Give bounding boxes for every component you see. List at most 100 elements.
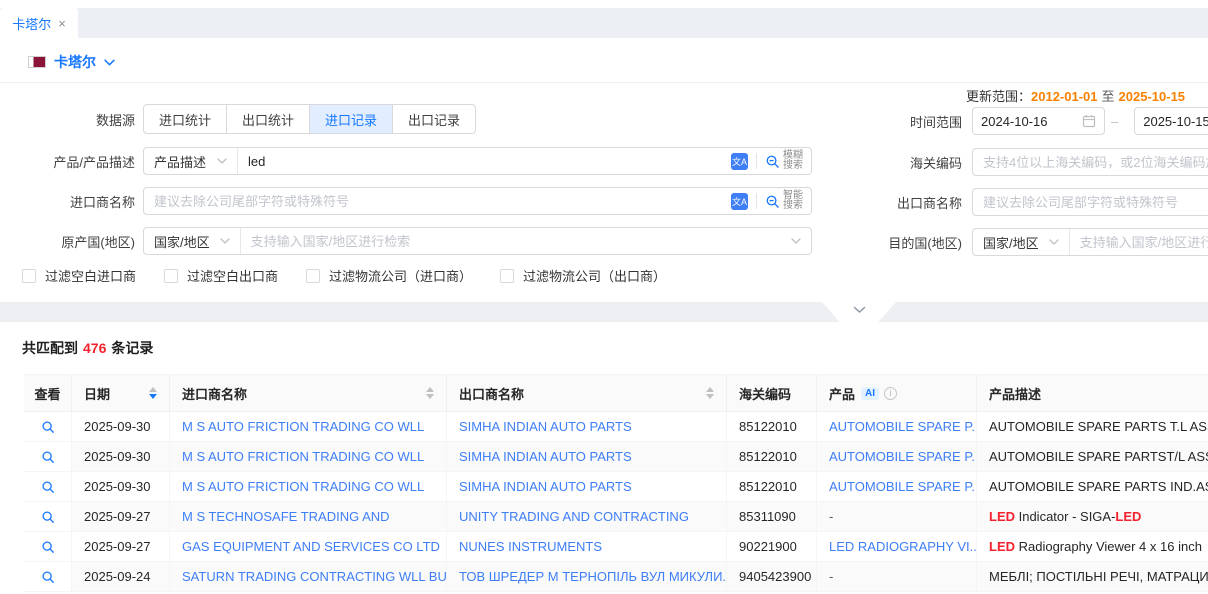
view-record-button[interactable]	[37, 416, 59, 438]
sort-control-date[interactable]	[149, 387, 157, 399]
product-link[interactable]: LED RADIOGRAPHY VI...	[829, 539, 977, 554]
date-start-picker[interactable]	[972, 107, 1105, 135]
header-hs-code: 海关编码	[727, 374, 817, 412]
exporter-link[interactable]: SIMHA INDIAN AUTO PARTS	[459, 419, 632, 434]
product-label: 产品/产品描述	[0, 152, 135, 171]
exporter-link[interactable]: UNITY TRADING AND CONTRACTING	[459, 509, 689, 524]
importer-cell: M S AUTO FRICTION TRADING CO WLL	[170, 472, 447, 502]
exporter-name-input[interactable]	[972, 188, 1208, 216]
importer-link[interactable]: GAS EQUIPMENT AND SERVICES CO LTD	[182, 539, 440, 554]
translate-icon[interactable]: 文A	[731, 193, 748, 210]
product-search-input[interactable]	[238, 148, 731, 174]
divider	[756, 193, 757, 209]
checkbox-filter-blank-importer[interactable]: 过滤空白进口商	[22, 266, 136, 285]
results-count: 476	[83, 340, 106, 356]
product-type-select[interactable]: 产品描述	[144, 148, 238, 174]
checkbox-filter-logistics-exporter[interactable]: 过滤物流公司（出口商）	[500, 266, 666, 285]
header-date: 日期	[72, 374, 170, 412]
update-range: 更新范围：2012-01-01至2025-10-15	[966, 86, 1185, 105]
header-importer: 进口商名称	[170, 374, 447, 412]
filter-checkboxes: 过滤空白进口商 过滤空白出口商 过滤物流公司（进口商） 过滤物流公司（出口商）	[22, 266, 666, 285]
hs-code-cell: 85311090	[727, 502, 817, 532]
update-range-to: 至	[1102, 89, 1115, 104]
importer-cell: GAS EQUIPMENT AND SERVICES CO LTD	[170, 532, 447, 562]
chevron-down-icon[interactable]	[791, 238, 801, 244]
view-record-button[interactable]	[37, 566, 59, 588]
fuzzy-search-label: 模糊搜索	[783, 151, 803, 171]
importer-link[interactable]: M S AUTO FRICTION TRADING CO WLL	[182, 419, 424, 434]
fuzzy-search-toggle[interactable]: 模糊搜索	[765, 151, 803, 171]
view-record-button[interactable]	[37, 536, 59, 558]
exporter-cell: SIMHA INDIAN AUTO PARTS	[447, 472, 727, 502]
button-import-records[interactable]: 进口记录	[309, 104, 393, 134]
exporter-cell: NUNES INSTRUMENTS	[447, 532, 727, 562]
origin-country-select[interactable]: 国家/地区	[144, 228, 241, 254]
close-icon[interactable]: ×	[58, 17, 66, 30]
country-name: 卡塔尔	[54, 52, 96, 72]
magnifier-icon	[41, 540, 55, 554]
view-record-button[interactable]	[37, 476, 59, 498]
checkbox-icon[interactable]	[164, 269, 178, 283]
tab-qatar[interactable]: 卡塔尔 ×	[0, 8, 78, 38]
header-exporter: 出口商名称	[447, 374, 727, 412]
checkbox-filter-blank-exporter[interactable]: 过滤空白出口商	[164, 266, 278, 285]
datasource-button-group: 进口统计 出口统计 进口记录 出口记录	[143, 104, 476, 134]
collapse-panel-button[interactable]	[822, 302, 896, 322]
date-end-input[interactable]	[1143, 114, 1208, 129]
exporter-link[interactable]: SIMHA INDIAN AUTO PARTS	[459, 479, 632, 494]
date-start-input[interactable]	[981, 114, 1076, 129]
importer-link[interactable]: M S AUTO FRICTION TRADING CO WLL	[182, 479, 424, 494]
exporter-label: 出口商名称	[878, 193, 962, 212]
hs-code-cell: 85122010	[727, 442, 817, 472]
exporter-link[interactable]: SIMHA INDIAN AUTO PARTS	[459, 449, 632, 464]
view-record-button[interactable]	[37, 446, 59, 468]
product-link[interactable]: AUTOMOBILE SPARE P...	[829, 419, 977, 434]
exporter-link[interactable]: ТОВ ШРЕДЕР М ТЕРНОПІЛЬ ВУЛ МИКУЛИ...	[459, 569, 727, 584]
button-export-stats[interactable]: 出口统计	[226, 104, 310, 134]
checkbox-icon[interactable]	[306, 269, 320, 283]
destination-country-input[interactable]	[1070, 229, 1208, 255]
chevron-down-icon	[220, 238, 230, 244]
date-end-picker[interactable]	[1134, 107, 1208, 135]
checkbox-icon[interactable]	[22, 269, 36, 283]
importer-name-input[interactable]	[144, 188, 731, 214]
view-cell	[24, 442, 72, 472]
sort-control-importer[interactable]	[426, 387, 434, 399]
date-cell: 2025-09-27	[72, 502, 170, 532]
button-export-records[interactable]: 出口记录	[392, 104, 476, 134]
destination-country-select[interactable]: 国家/地区	[973, 229, 1070, 255]
view-record-button[interactable]	[37, 506, 59, 528]
description-cell: LED Indicator - SIGA-LED	[977, 502, 1208, 532]
exporter-cell: SIMHA INDIAN AUTO PARTS	[447, 442, 727, 472]
product-cell: AUTOMOBILE SPARE P...	[817, 412, 977, 442]
smart-search-toggle[interactable]: 智能搜索	[765, 191, 803, 211]
checkbox-filter-logistics-importer[interactable]: 过滤物流公司（进口商）	[306, 266, 472, 285]
importer-link[interactable]: M S AUTO FRICTION TRADING CO WLL	[182, 449, 424, 464]
origin-country-group: 国家/地区	[143, 227, 812, 255]
origin-country-input[interactable]	[241, 228, 791, 254]
view-cell	[24, 562, 72, 592]
destination-country-group: 国家/地区	[972, 228, 1208, 256]
button-import-stats[interactable]: 进口统计	[143, 104, 227, 134]
chevron-down-icon	[104, 59, 115, 66]
sort-desc-icon	[149, 394, 157, 399]
product-link[interactable]: AUTOMOBILE SPARE P...	[829, 449, 977, 464]
checkbox-icon[interactable]	[500, 269, 514, 283]
time-range-label: 时间范围	[878, 112, 962, 131]
country-selector[interactable]: 卡塔尔	[28, 52, 115, 72]
app-window: 卡塔尔 × 卡塔尔 数据源 进口统计 出口统计 进口记录 出口记录 更新范围：2…	[0, 0, 1208, 594]
description-cell: AUTOMOBILE SPARE PARTS IND.ASS...	[977, 472, 1208, 502]
header-description: 产品描述	[977, 374, 1208, 412]
importer-link[interactable]: SATURN TRADING CONTRACTING WLL BUI...	[182, 569, 447, 584]
importer-cell: M S TECHNOSAFE TRADING AND	[170, 502, 447, 532]
hs-code-input[interactable]	[972, 148, 1208, 176]
info-icon[interactable]: i	[884, 387, 897, 400]
sort-asc-icon	[426, 387, 434, 392]
exporter-link[interactable]: NUNES INSTRUMENTS	[459, 539, 602, 554]
product-link[interactable]: AUTOMOBILE SPARE P...	[829, 479, 977, 494]
filter-panel: 卡塔尔 数据源 进口统计 出口统计 进口记录 出口记录 更新范围：2012-01…	[0, 38, 1208, 302]
importer-link[interactable]: M S TECHNOSAFE TRADING AND	[182, 509, 390, 524]
sort-control-exporter[interactable]	[706, 387, 714, 399]
translate-icon[interactable]: 文A	[731, 153, 748, 170]
hs-code-label: 海关编码	[878, 153, 962, 172]
